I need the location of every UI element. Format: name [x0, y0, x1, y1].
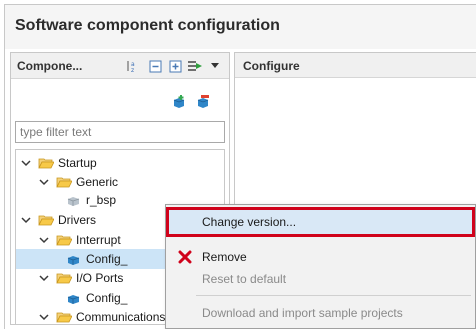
sort-az-icon[interactable]: az: [125, 58, 141, 74]
chevron-down-icon[interactable]: [38, 311, 50, 323]
folder-open-icon: [56, 273, 72, 284]
component-cube-icon: [67, 197, 80, 206]
tree-item-config-io[interactable]: Config_: [66, 288, 127, 308]
menu-item-remove[interactable]: Remove: [166, 245, 475, 269]
svg-text:z: z: [131, 67, 134, 73]
tree-label: Communications: [76, 310, 166, 324]
tree-label: Startup: [58, 156, 97, 170]
expand-all-icon[interactable]: [167, 58, 183, 74]
tree-item-io-ports[interactable]: I/O Ports: [38, 268, 123, 288]
tree-item-generic[interactable]: Generic: [38, 172, 118, 192]
components-panel-title: Compone...: [17, 59, 83, 73]
menu-item-label: Change version...: [202, 215, 297, 229]
folder-open-icon: [38, 215, 54, 226]
chevron-down-icon[interactable]: [38, 272, 50, 284]
menu-item-label: Download and import sample projects: [202, 306, 403, 320]
component-cube-icon: [67, 256, 80, 265]
menu-item-change-version[interactable]: Change version...: [166, 207, 475, 237]
menu-item-label: Reset to default: [202, 272, 287, 286]
menu-item-reset-default[interactable]: Reset to default: [166, 267, 475, 291]
menu-separator: [196, 295, 471, 296]
configure-panel-title: Configure: [243, 59, 300, 73]
context-menu: Change version... Remove Reset to defaul…: [165, 204, 476, 329]
chevron-down-icon[interactable]: [20, 157, 32, 169]
tree-item-communications[interactable]: Communications: [38, 307, 166, 324]
tree-label: Drivers: [58, 213, 96, 227]
folder-open-icon: [56, 235, 72, 246]
tree-item-interrupt[interactable]: Interrupt: [38, 230, 121, 250]
folder-open-icon: [56, 312, 72, 323]
title-bar: Software component configuration: [5, 5, 476, 49]
tree-label: Generic: [76, 175, 119, 189]
tree-label: r_bsp: [86, 193, 117, 207]
tree-item-r-bsp[interactable]: r_bsp: [66, 191, 116, 209]
components-panel-header: Compone... az: [11, 53, 229, 79]
remove-component-icon[interactable]: [195, 93, 211, 109]
dialog-title: Software component configuration: [15, 17, 280, 34]
folder-open-icon: [56, 177, 72, 188]
chevron-down-icon[interactable]: [38, 234, 50, 246]
menu-item-label: Remove: [202, 250, 247, 264]
tree-label: Config_: [86, 252, 128, 266]
view-menu-icon[interactable]: [187, 58, 203, 74]
chevron-down-icon[interactable]: [38, 176, 50, 188]
component-cube-icon: [67, 295, 80, 304]
dropdown-arrow-icon[interactable]: [207, 58, 223, 74]
chevron-down-icon[interactable]: [20, 214, 32, 226]
tree-item-drivers[interactable]: Drivers: [20, 210, 96, 230]
collapse-all-icon[interactable]: [147, 58, 163, 74]
tree-label: I/O Ports: [76, 271, 124, 285]
tree-label: Interrupt: [76, 233, 121, 247]
remove-x-icon: [178, 250, 192, 264]
folder-open-icon: [38, 158, 54, 169]
configure-panel-header: Configure: [235, 52, 476, 78]
tree-item-startup[interactable]: Startup: [20, 153, 97, 173]
tree-label: Config_: [86, 291, 128, 305]
add-component-icon[interactable]: [171, 93, 187, 109]
menu-item-download-samples[interactable]: Download and import sample projects: [166, 301, 475, 325]
filter-input[interactable]: [15, 121, 225, 143]
tree-item-config-interrupt[interactable]: Config_: [66, 249, 127, 269]
